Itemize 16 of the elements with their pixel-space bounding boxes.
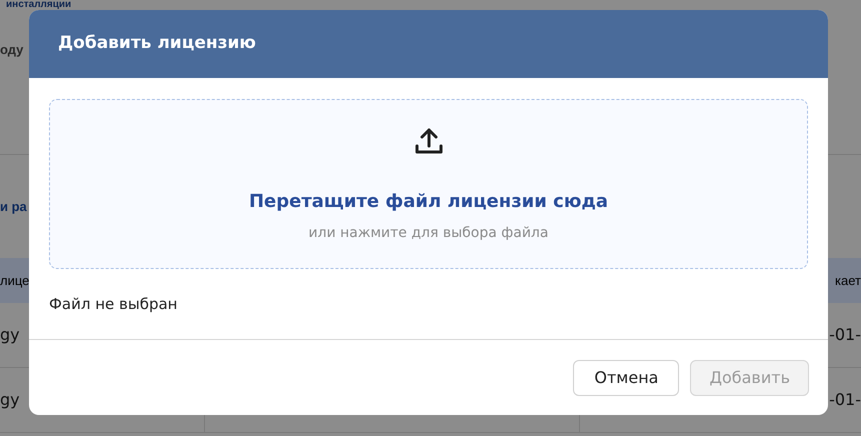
table-cell-text: -01- [829,324,861,346]
dialog-title: Добавить лицензию [58,32,256,56]
dropzone-hint: или нажмите для выбора файла [308,224,548,243]
table-cell-text: gy [0,389,20,411]
file-status: Файл не выбран [49,294,178,315]
page-subtitle: оду [0,41,24,60]
page-title: инсталляции [6,0,72,10]
table-cell-text: gy [0,324,20,346]
cancel-button[interactable]: Отмена [573,360,680,396]
table-cell-text: -01- [829,389,861,411]
upload-icon [414,127,444,155]
dropzone-title: Перетащите файл лицензии сюда [248,190,608,214]
column-header: лице [0,272,30,290]
file-dropzone[interactable]: Перетащите файл лицензии сюда или нажмите для выбора файла [49,99,808,269]
column-header: кает [835,272,861,290]
section-heading: и ра [0,198,27,216]
